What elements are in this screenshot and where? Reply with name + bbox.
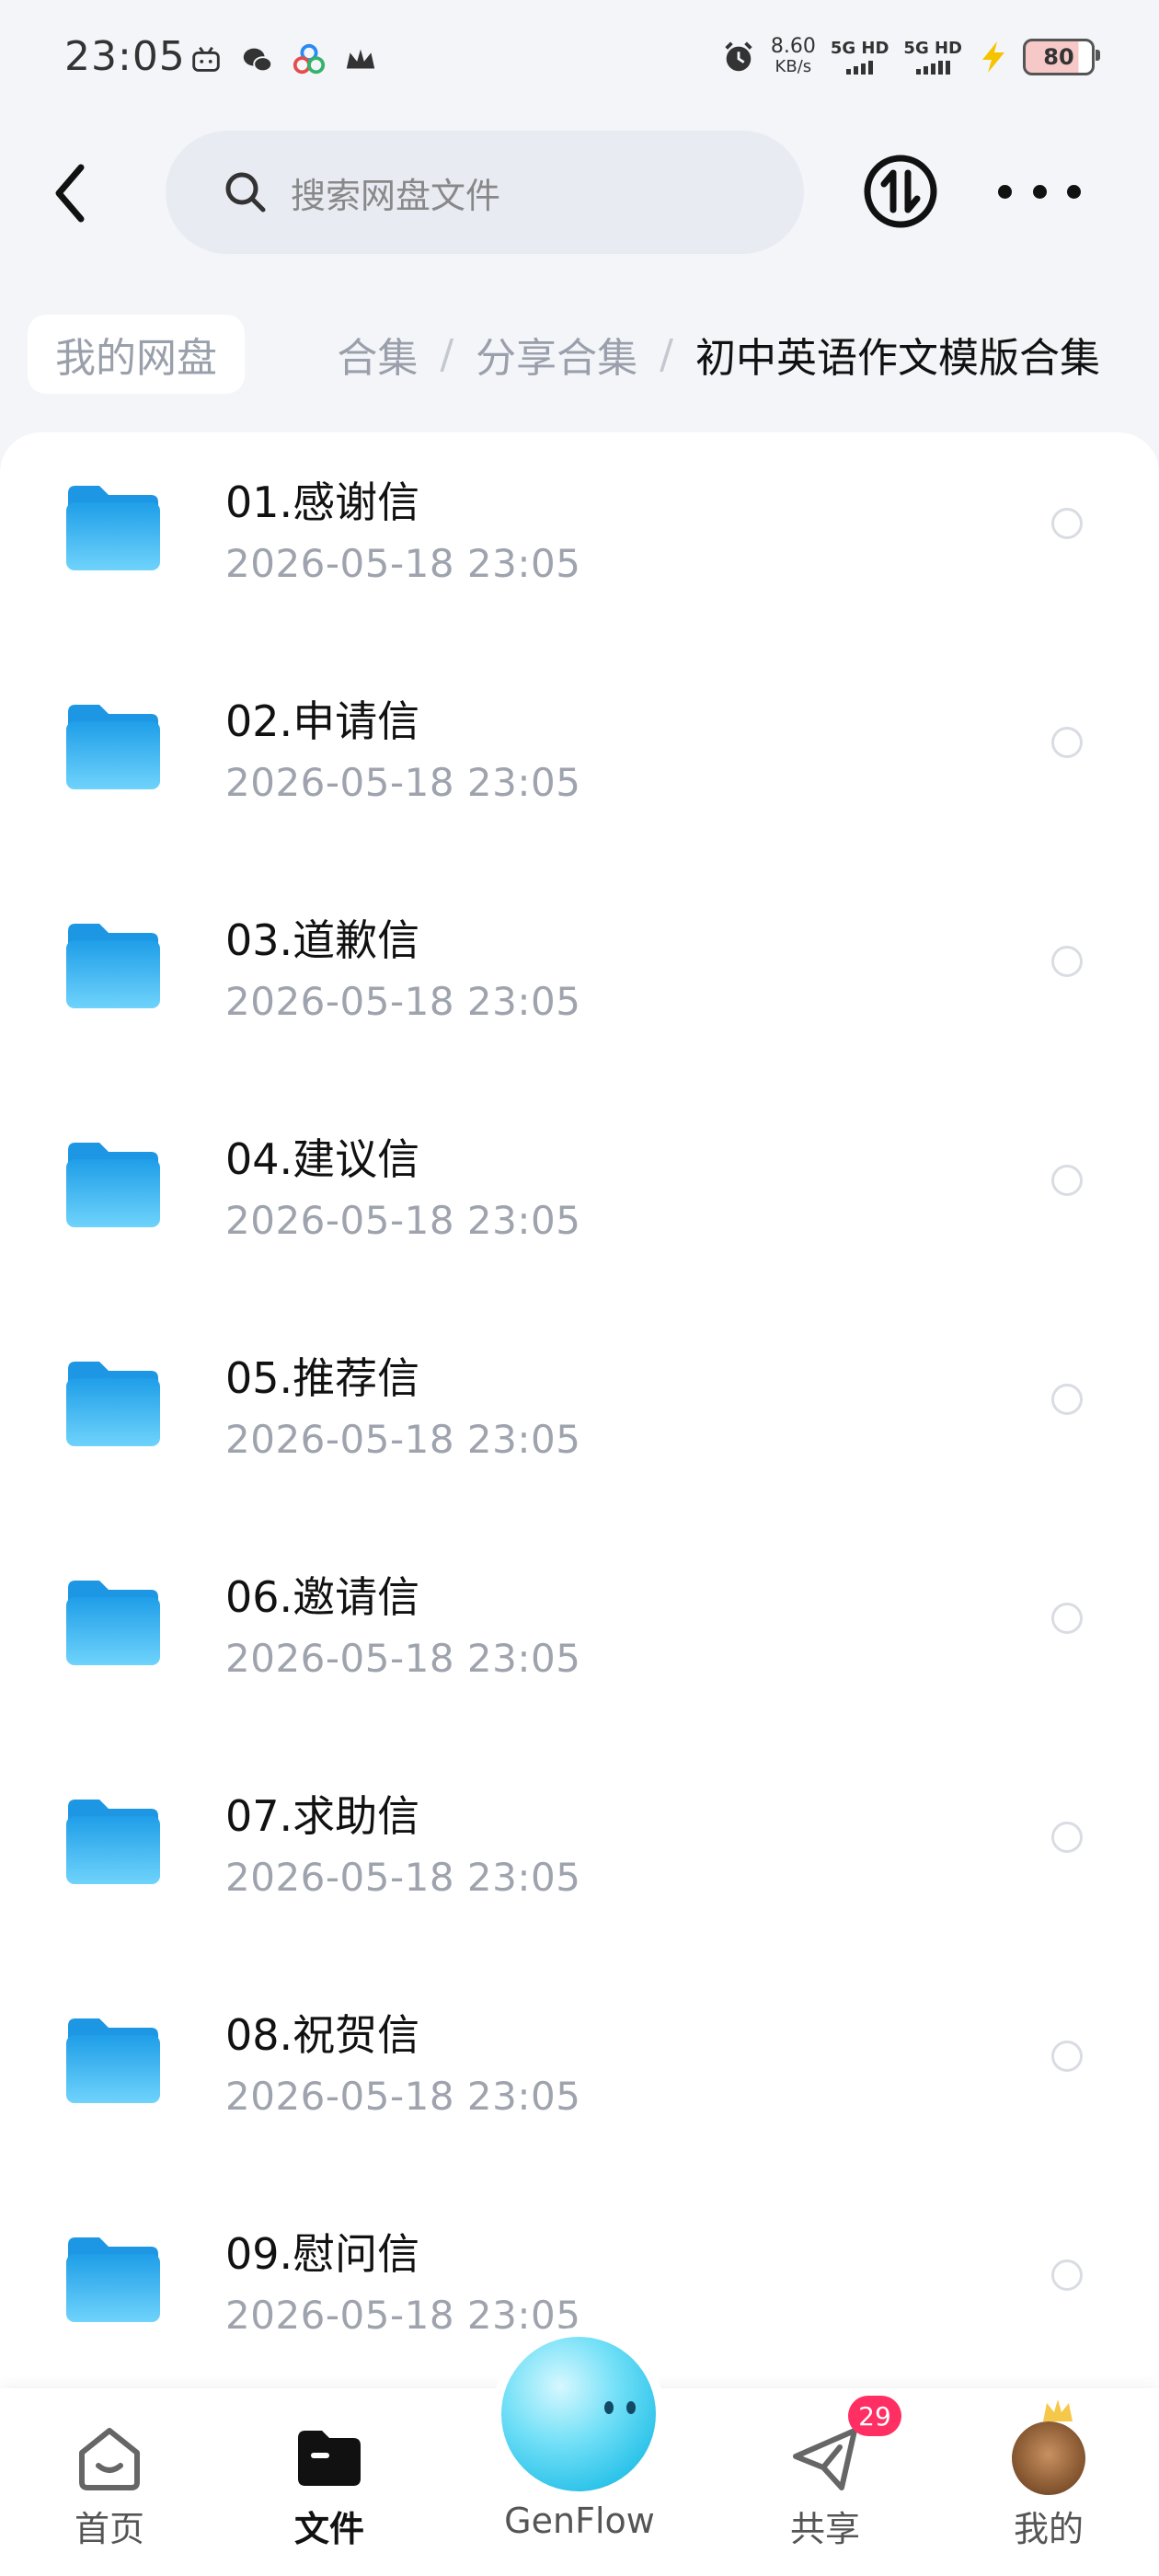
folder-icon	[66, 2237, 160, 2322]
nav-home[interactable]: 首页	[17, 2388, 201, 2576]
folder-icon	[66, 705, 160, 789]
nav-me-label: 我的	[1013, 2509, 1084, 2549]
file-name: 05.推荐信	[225, 1353, 420, 1403]
crown-app-icon	[346, 49, 375, 69]
file-date: 2026-05-18 23:05	[225, 979, 581, 1024]
select-checkbox[interactable]	[1051, 2260, 1083, 2291]
file-name: 09.慰问信	[225, 2229, 420, 2279]
folder-tab-icon	[298, 2431, 361, 2486]
breadcrumb-separator: /	[660, 330, 673, 378]
file-date: 2026-05-18 23:05	[225, 1198, 581, 1243]
signal-bars-icon	[903, 60, 962, 75]
signal-sim1: 5G HD	[831, 40, 889, 75]
orb-eye	[604, 2401, 614, 2414]
select-checkbox[interactable]	[1051, 727, 1083, 758]
file-name: 08.祝贺信	[225, 2010, 420, 2060]
file-name: 07.求助信	[225, 1791, 420, 1841]
transfer-icon[interactable]	[862, 153, 939, 230]
nav-files-label: 文件	[293, 2509, 364, 2549]
file-name: 01.感谢信	[225, 477, 420, 527]
charging-bolt-icon	[982, 41, 1004, 73]
list-item[interactable]: 06.邀请信 2026-05-18 23:05	[0, 1527, 1159, 1746]
sim1-label: 5G HD	[830, 38, 889, 58]
bilibili-tv-icon	[192, 46, 220, 72]
file-date: 2026-05-18 23:05	[225, 541, 581, 586]
file-name: 02.申请信	[225, 696, 420, 746]
select-checkbox[interactable]	[1051, 508, 1083, 539]
avatar	[1012, 2421, 1085, 2495]
breadcrumb: 合集 / 分享合集 / 初中英语作文模版合集 我的网盘	[0, 304, 1159, 405]
alarm-icon	[725, 41, 752, 72]
list-item[interactable]: 08.祝贺信 2026-05-18 23:05	[0, 1965, 1159, 2184]
search-input[interactable]: 搜索网盘文件	[166, 131, 804, 254]
select-checkbox[interactable]	[1051, 1165, 1083, 1196]
status-app-icons	[189, 42, 378, 77]
file-name: 06.邀请信	[225, 1572, 420, 1622]
folder-icon	[66, 1362, 160, 1446]
file-name: 03.道歉信	[225, 915, 420, 965]
home-icon	[79, 2428, 140, 2490]
select-checkbox[interactable]	[1051, 1603, 1083, 1634]
breadcrumb-item-partial[interactable]: 合集	[337, 325, 418, 384]
select-checkbox[interactable]	[1051, 2041, 1083, 2072]
signal-bars-icon	[831, 60, 889, 75]
breadcrumb-track: 合集 / 分享合集 / 初中英语作文模版合集	[337, 304, 1100, 405]
list-item[interactable]: 05.推荐信 2026-05-18 23:05	[0, 1308, 1159, 1527]
send-icon	[793, 2428, 857, 2490]
folder-icon	[66, 2018, 160, 2103]
genflow-orb-button[interactable]	[501, 2337, 656, 2491]
nav-genflow-label[interactable]: GenFlow	[478, 2501, 681, 2541]
file-name: 04.建议信	[225, 1134, 420, 1184]
sim2-label: 5G HD	[903, 38, 962, 58]
header: 搜索网盘文件	[0, 129, 1159, 258]
orb-eye	[626, 2401, 636, 2414]
file-date: 2026-05-18 23:05	[225, 760, 581, 805]
file-date: 2026-05-18 23:05	[225, 1855, 581, 1900]
select-checkbox[interactable]	[1051, 1822, 1083, 1853]
status-bar: 23:05 8.60 KB/s 5G HD 5G HD 80	[0, 0, 1159, 120]
back-icon[interactable]	[44, 156, 99, 230]
file-date: 2026-05-18 23:05	[225, 1417, 581, 1462]
net-speed-unit: KB/s	[775, 57, 812, 76]
list-item[interactable]: 02.申请信 2026-05-18 23:05	[0, 651, 1159, 870]
file-date: 2026-05-18 23:05	[225, 2074, 581, 2119]
status-time: 23:05	[64, 33, 186, 80]
status-indicators: 8.60 KB/s 5G HD 5G HD 80	[721, 37, 1100, 77]
file-date: 2026-05-18 23:05	[225, 1636, 581, 1681]
file-date: 2026-05-18 23:05	[225, 2293, 581, 2338]
net-speed-value: 8.60	[770, 35, 816, 58]
wechat-icon	[243, 48, 273, 73]
nav-share-label: 共享	[789, 2509, 860, 2549]
app-triangle-icon	[293, 43, 326, 75]
breadcrumb-item-share[interactable]: 分享合集	[476, 325, 637, 384]
folder-icon	[66, 1800, 160, 1884]
crown-icon	[1043, 2399, 1073, 2421]
list-item[interactable]: 07.求助信 2026-05-18 23:05	[0, 1746, 1159, 1965]
breadcrumb-separator: /	[440, 330, 454, 378]
nav-home-label: 首页	[74, 2509, 144, 2549]
nav-files[interactable]: 文件	[237, 2388, 421, 2576]
search-placeholder: 搜索网盘文件	[291, 175, 501, 216]
folder-icon	[66, 486, 160, 570]
folder-icon	[66, 1581, 160, 1665]
select-checkbox[interactable]	[1051, 946, 1083, 977]
breadcrumb-current: 初中英语作文模版合集	[695, 335, 1100, 382]
select-checkbox[interactable]	[1051, 1384, 1083, 1415]
search-icon	[225, 172, 266, 213]
net-speed: 8.60 KB/s	[771, 37, 816, 77]
file-list: 01.感谢信 2026-05-18 23:05 02.申请信 2026-05-1…	[0, 432, 1159, 2576]
battery-indicator: 80	[1023, 39, 1100, 75]
breadcrumb-root[interactable]: 我的网盘	[28, 315, 245, 394]
list-item[interactable]: 03.道歉信 2026-05-18 23:05	[0, 870, 1159, 1089]
list-item[interactable]: 04.建议信 2026-05-18 23:05	[0, 1089, 1159, 1308]
signal-sim2: 5G HD	[903, 40, 962, 75]
folder-icon	[66, 1143, 160, 1227]
list-item[interactable]: 01.感谢信 2026-05-18 23:05	[0, 432, 1159, 651]
more-options-icon[interactable]	[998, 166, 1081, 217]
share-badge: 29	[848, 2396, 901, 2436]
folder-icon	[66, 924, 160, 1008]
